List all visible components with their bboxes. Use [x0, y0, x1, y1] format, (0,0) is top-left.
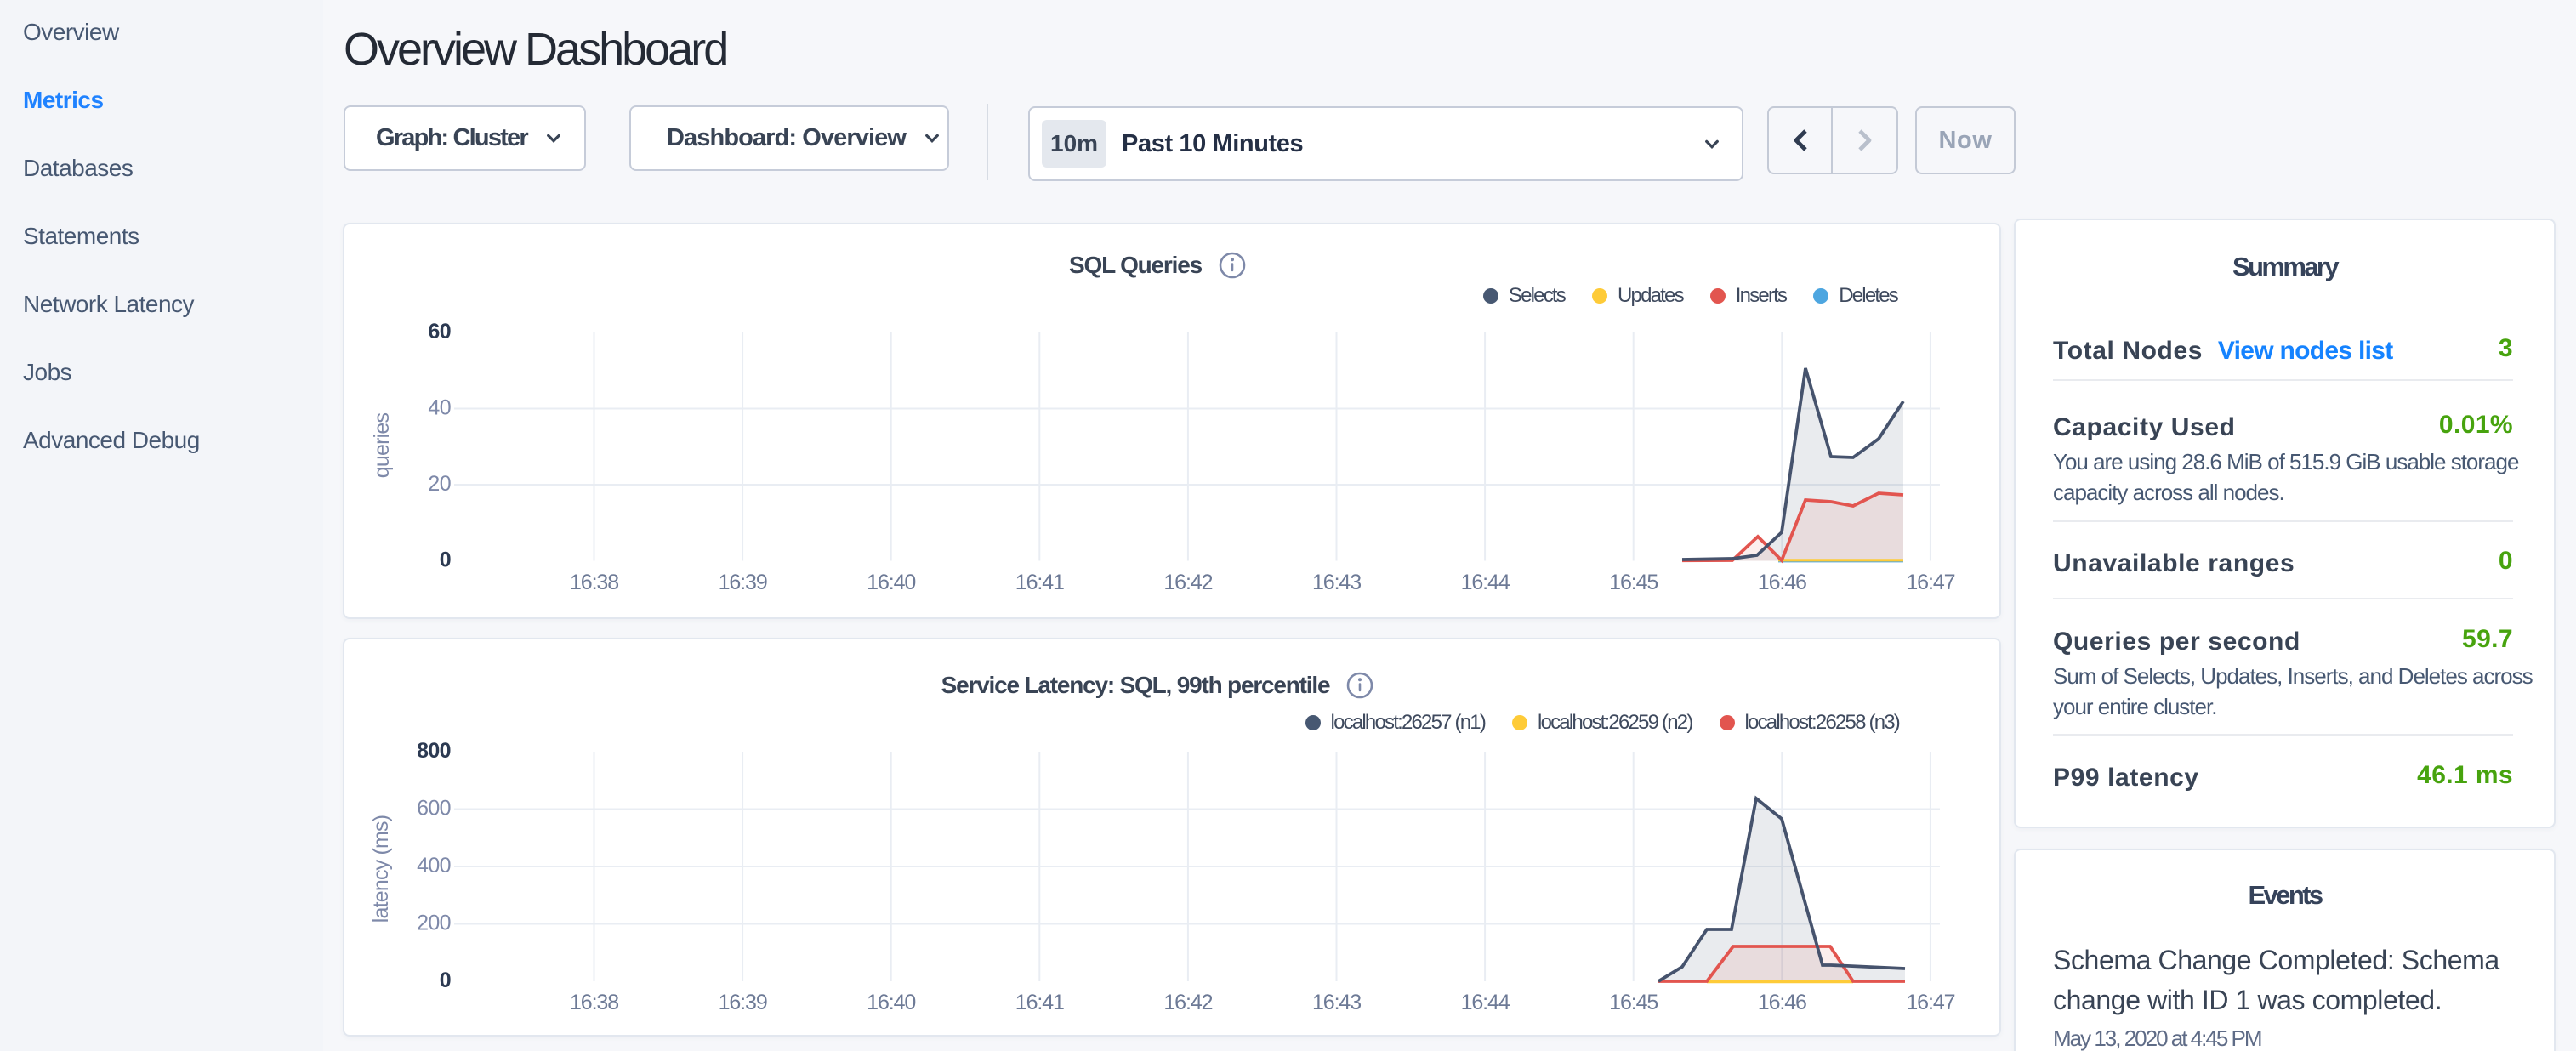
svg-text:16:43: 16:43	[1312, 571, 1361, 594]
svg-text:16:38: 16:38	[570, 571, 618, 594]
svg-text:16:43: 16:43	[1312, 991, 1361, 1014]
svg-text:16:45: 16:45	[1609, 571, 1658, 594]
svg-text:800: 800	[417, 739, 451, 763]
svg-text:16:44: 16:44	[1461, 991, 1510, 1014]
svg-text:40: 40	[428, 396, 451, 420]
svg-text:16:47: 16:47	[1906, 991, 1954, 1014]
svg-text:16:46: 16:46	[1758, 571, 1806, 594]
svg-text:16:40: 16:40	[867, 571, 915, 594]
svg-text:16:42: 16:42	[1163, 991, 1212, 1014]
svg-text:16:38: 16:38	[570, 991, 618, 1014]
svg-text:20: 20	[428, 472, 451, 496]
svg-text:16:41: 16:41	[1015, 571, 1064, 594]
svg-text:16:41: 16:41	[1015, 991, 1064, 1014]
svg-text:16:44: 16:44	[1461, 571, 1510, 594]
svg-text:60: 60	[428, 320, 451, 344]
svg-text:400: 400	[417, 854, 451, 878]
svg-text:16:47: 16:47	[1906, 571, 1954, 594]
svg-text:16:45: 16:45	[1609, 991, 1658, 1014]
svg-text:200: 200	[417, 912, 451, 935]
svg-text:600: 600	[417, 797, 451, 821]
svg-text:0: 0	[440, 548, 451, 572]
svg-text:latency (ms): latency (ms)	[369, 815, 393, 923]
svg-text:16:46: 16:46	[1758, 991, 1806, 1014]
svg-text:16:40: 16:40	[867, 991, 915, 1014]
svg-text:0: 0	[440, 969, 451, 992]
svg-text:16:39: 16:39	[719, 571, 767, 594]
svg-text:queries: queries	[370, 413, 394, 479]
svg-text:16:39: 16:39	[719, 991, 767, 1014]
svg-text:16:42: 16:42	[1163, 571, 1212, 594]
